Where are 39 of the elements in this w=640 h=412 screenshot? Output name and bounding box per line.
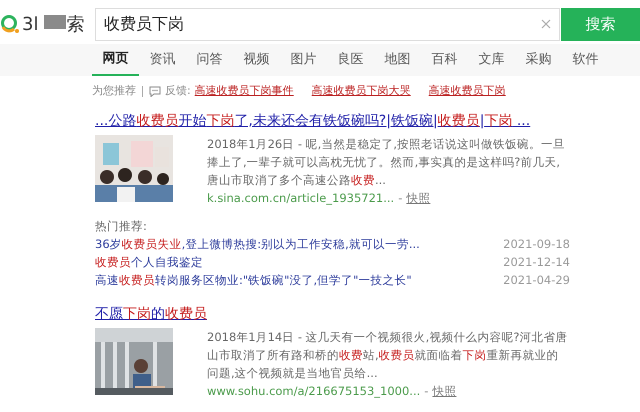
suggestion-link[interactable]: 高速收费员下岗 [428,82,506,100]
tab[interactable]: 软件 [562,44,609,76]
logo-text: 索 [66,12,84,36]
result-title-link[interactable]: 不愿下岗的收费员 [95,303,207,325]
tab[interactable]: 资讯 [139,44,186,76]
tab[interactable]: 图片 [280,44,327,76]
hot-link[interactable]: 收费员个人自我鉴定 [95,253,203,271]
separator-text: - [398,190,402,207]
hot-link[interactable]: 高速收费员转岗服务区物业:"铁饭碗"没了,但学了"一技之长" [95,271,412,289]
tab[interactable]: 良医 [327,44,374,76]
result-snippet: 2018年1月14日 - 这几天有一个视频很火,视频什么内容呢?河北省唐山市取消了所有路和桥的收费站,收费员就面临着下岗重新再就业的问题,这个视频就是当地官员给... [207,329,568,382]
tab[interactable]: 视频 [233,44,280,76]
hot-link[interactable]: 36岁收费员失业,登上微博热搜:别以为工作安稳,就可以一劳... [95,235,420,253]
result-snippet: 2018年1月26日 - 呢,当然是稳定了,按照老话说这叫做铁饭碗。一旦捧上了,一辈子就可以高枕无忧了。然而,事实真的是这样吗?前几天,唐山市取消了多个高速公路收费... [207,136,566,189]
logo-text: 3l [22,12,38,36]
date-text: 2021-12-14 [503,254,570,271]
feedback-link[interactable]: 反馈: [165,82,191,100]
redaction-block [44,15,66,29]
suggestion-link[interactable]: 高速收费员下岗事件 [194,82,294,100]
tab[interactable]: 百科 [421,44,468,76]
comment-icon[interactable] [149,86,161,96]
tab[interactable]: 采购 [515,44,562,76]
date-text: 2021-04-29 [503,272,570,289]
tab[interactable]: 问答 [186,44,233,76]
search-field[interactable]: 收费员下岗 [95,8,560,40]
close-icon[interactable] [541,19,552,29]
snapshot-link[interactable]: 快照 [406,189,430,207]
snapshot-link[interactable]: 快照 [432,382,456,400]
tab[interactable]: 地图 [374,44,421,76]
result-url: k.sina.com.cn/article_1935721... [207,190,394,207]
tab[interactable]: 网页 [92,44,139,76]
result-url: www.sohu.com/a/216675153_1000... [207,383,420,400]
tab[interactable]: 文库 [468,44,515,76]
recommend-label: 为您推荐 [92,82,136,99]
logo-icon [0,14,20,34]
separator-text: - [424,383,428,400]
date-text: 2021-09-18 [503,236,570,253]
hot-label: 热门推荐: [95,218,148,235]
suggestion-link[interactable]: 高速收费员下岗大哭 [312,82,411,100]
